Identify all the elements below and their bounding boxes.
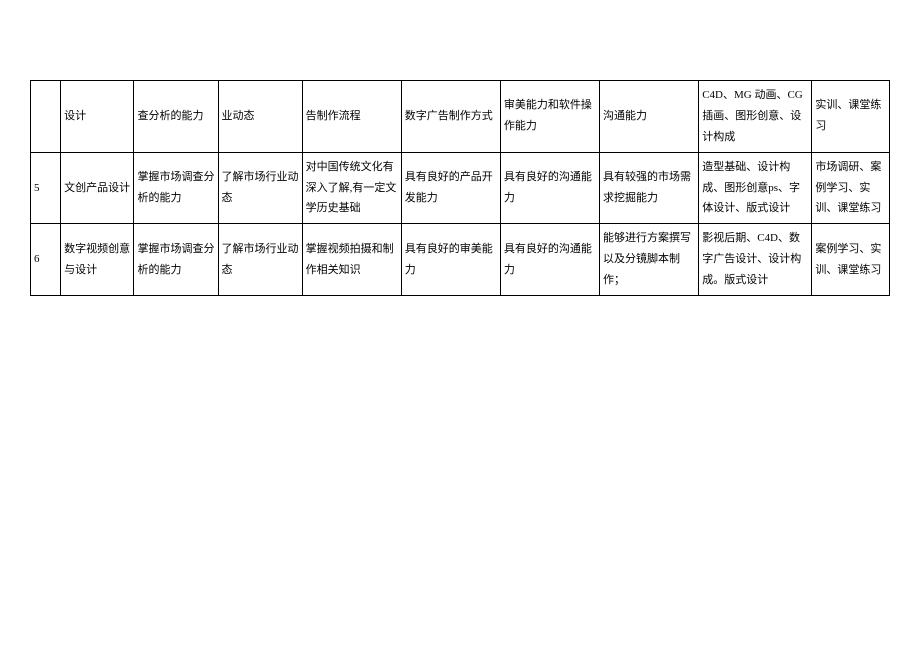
- cell-col2: 掌握市场调查分析的能力: [134, 224, 218, 296]
- cell-col9: 实训、课堂练习: [812, 81, 890, 153]
- cell-col3: 业动态: [218, 81, 302, 153]
- cell-index: 5: [31, 152, 61, 224]
- cell-col8: 造型基础、设计构成、图形创意ps、字体设计、版式设计: [699, 152, 812, 224]
- cell-col6: 审美能力和软件操作能力: [500, 81, 599, 153]
- cell-index: [31, 81, 61, 153]
- cell-course: 设计: [61, 81, 134, 153]
- table-row: 设计 查分析的能力 业动态 告制作流程 数字广告制作方式 审美能力和软件操作能力…: [31, 81, 890, 153]
- cell-col5: 数字广告制作方式: [401, 81, 500, 153]
- cell-index: 6: [31, 224, 61, 296]
- cell-col9: 案例学习、实训、课堂练习: [812, 224, 890, 296]
- cell-col8: C4D、MG 动画、CG 插画、图形创意、设计构成: [699, 81, 812, 153]
- cell-col5: 具有良好的审美能力: [401, 224, 500, 296]
- cell-col4: 掌握视频拍摄和制作相关知识: [302, 224, 401, 296]
- cell-col7: 能够进行方案撰写以及分镜脚本制作；: [600, 224, 699, 296]
- cell-col4: 对中国传统文化有深入了解,有一定文学历史基础: [302, 152, 401, 224]
- cell-col8: 影视后期、C4D、数字广告设计、设计构成。版式设计: [699, 224, 812, 296]
- table-row: 6 数字视频创意与设计 掌握市场调查分析的能力 了解市场行业动态 掌握视频拍摄和…: [31, 224, 890, 296]
- table-row: 5 文创产品设计 掌握市场调查分析的能力 了解市场行业动态 对中国传统文化有深入…: [31, 152, 890, 224]
- cell-col6: 具有良好的沟通能力: [500, 224, 599, 296]
- cell-col3: 了解市场行业动态: [218, 224, 302, 296]
- cell-col9: 市场调研、案例学习、实训、课堂练习: [812, 152, 890, 224]
- cell-course: 数字视频创意与设计: [61, 224, 134, 296]
- cell-col7: 沟通能力: [600, 81, 699, 153]
- curriculum-table: 设计 查分析的能力 业动态 告制作流程 数字广告制作方式 审美能力和软件操作能力…: [30, 80, 890, 296]
- cell-col2: 查分析的能力: [134, 81, 218, 153]
- cell-course: 文创产品设计: [61, 152, 134, 224]
- cell-col7: 具有较强的市场需求挖掘能力: [600, 152, 699, 224]
- cell-col5: 具有良好的产品开发能力: [401, 152, 500, 224]
- cell-col4: 告制作流程: [302, 81, 401, 153]
- cell-col3: 了解市场行业动态: [218, 152, 302, 224]
- cell-col2: 掌握市场调查分析的能力: [134, 152, 218, 224]
- cell-col6: 具有良好的沟通能力: [500, 152, 599, 224]
